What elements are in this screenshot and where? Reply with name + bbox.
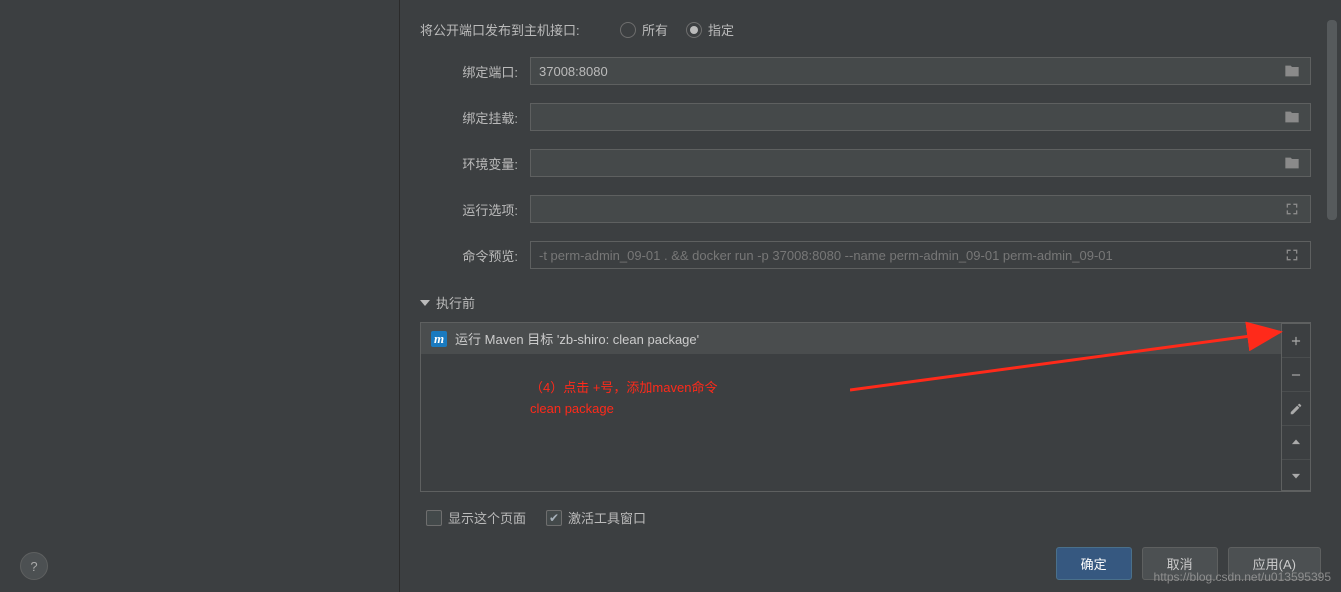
ok-button[interactable]: 确定 [1056, 547, 1132, 580]
bind-mount-row: 绑定挂载: [420, 103, 1311, 131]
move-up-button[interactable] [1282, 426, 1310, 460]
before-launch-list: m 运行 Maven 目标 'zb-shiro: clean package' [420, 322, 1311, 492]
env-vars-label: 环境变量: [420, 154, 530, 173]
cmd-preview-value: -t perm-admin_09-01 . && docker run -p 3… [539, 248, 1282, 263]
run-opts-label: 运行选项: [420, 200, 530, 219]
radio-specified[interactable]: 指定 [686, 20, 734, 39]
bind-port-row: 绑定端口: 37008:8080 [420, 57, 1311, 85]
cmd-preview-field: -t perm-admin_09-01 . && docker run -p 3… [530, 241, 1311, 269]
checkbox-row: 显示这个页面 ✔ 激活工具窗口 [420, 508, 1311, 527]
move-down-button[interactable] [1282, 460, 1310, 490]
maven-icon: m [431, 331, 447, 347]
before-launch-title: 执行前 [436, 293, 475, 312]
publish-label: 将公开端口发布到主机接口: [420, 20, 620, 39]
expand-icon[interactable] [1282, 247, 1302, 263]
remove-button[interactable] [1282, 358, 1310, 392]
bind-mount-label: 绑定挂载: [420, 108, 530, 127]
checkbox-icon [426, 510, 442, 526]
radio-specified-label: 指定 [708, 20, 734, 39]
sidebar-panel [0, 0, 400, 592]
show-page-label: 显示这个页面 [448, 508, 526, 527]
activate-tool-label: 激活工具窗口 [568, 508, 646, 527]
watermark: https://blog.csdn.net/u013595395 [1154, 570, 1331, 584]
publish-ports-row: 将公开端口发布到主机接口: 所有 指定 [420, 20, 1311, 39]
cmd-preview-label: 命令预览: [420, 246, 530, 265]
checkmark-icon: ✔ [549, 512, 559, 524]
cmd-preview-row: 命令预览: -t perm-admin_09-01 . && docker ru… [420, 241, 1311, 269]
bind-port-value: 37008:8080 [539, 64, 1282, 79]
radio-circle-icon [620, 22, 636, 38]
checkbox-icon: ✔ [546, 510, 562, 526]
list-item[interactable]: m 运行 Maven 目标 'zb-shiro: clean package' [421, 323, 1281, 354]
run-opts-row: 运行选项: [420, 195, 1311, 223]
expand-icon[interactable] [1282, 201, 1302, 217]
bind-mount-input[interactable] [530, 103, 1311, 131]
browse-icon[interactable] [1282, 155, 1302, 171]
radio-all[interactable]: 所有 [620, 20, 668, 39]
run-opts-input[interactable] [530, 195, 1311, 223]
list-toolbar [1281, 323, 1311, 491]
env-vars-row: 环境变量: [420, 149, 1311, 177]
config-panel: 将公开端口发布到主机接口: 所有 指定 绑定端口: 37008:8080 绑定挂… [400, 0, 1321, 592]
scrollbar-thumb[interactable] [1327, 20, 1337, 220]
list-item-label: 运行 Maven 目标 'zb-shiro: clean package' [455, 329, 699, 348]
bind-port-input[interactable]: 37008:8080 [530, 57, 1311, 85]
before-list-area[interactable]: m 运行 Maven 目标 'zb-shiro: clean package' [421, 323, 1281, 491]
edit-button[interactable] [1282, 392, 1310, 426]
before-launch-header[interactable]: 执行前 [420, 293, 1311, 312]
browse-icon[interactable] [1282, 63, 1302, 79]
publish-radio-group: 所有 指定 [620, 20, 734, 39]
env-vars-input[interactable] [530, 149, 1311, 177]
radio-all-label: 所有 [642, 20, 668, 39]
bind-port-label: 绑定端口: [420, 62, 530, 81]
radio-dot-icon [690, 26, 698, 34]
radio-circle-icon [686, 22, 702, 38]
activate-tool-checkbox[interactable]: ✔ 激活工具窗口 [546, 508, 646, 527]
help-button[interactable]: ? [20, 552, 48, 580]
show-page-checkbox[interactable]: 显示这个页面 [426, 508, 526, 527]
add-button[interactable] [1282, 324, 1310, 358]
collapse-icon [420, 300, 430, 306]
browse-icon[interactable] [1282, 109, 1302, 125]
